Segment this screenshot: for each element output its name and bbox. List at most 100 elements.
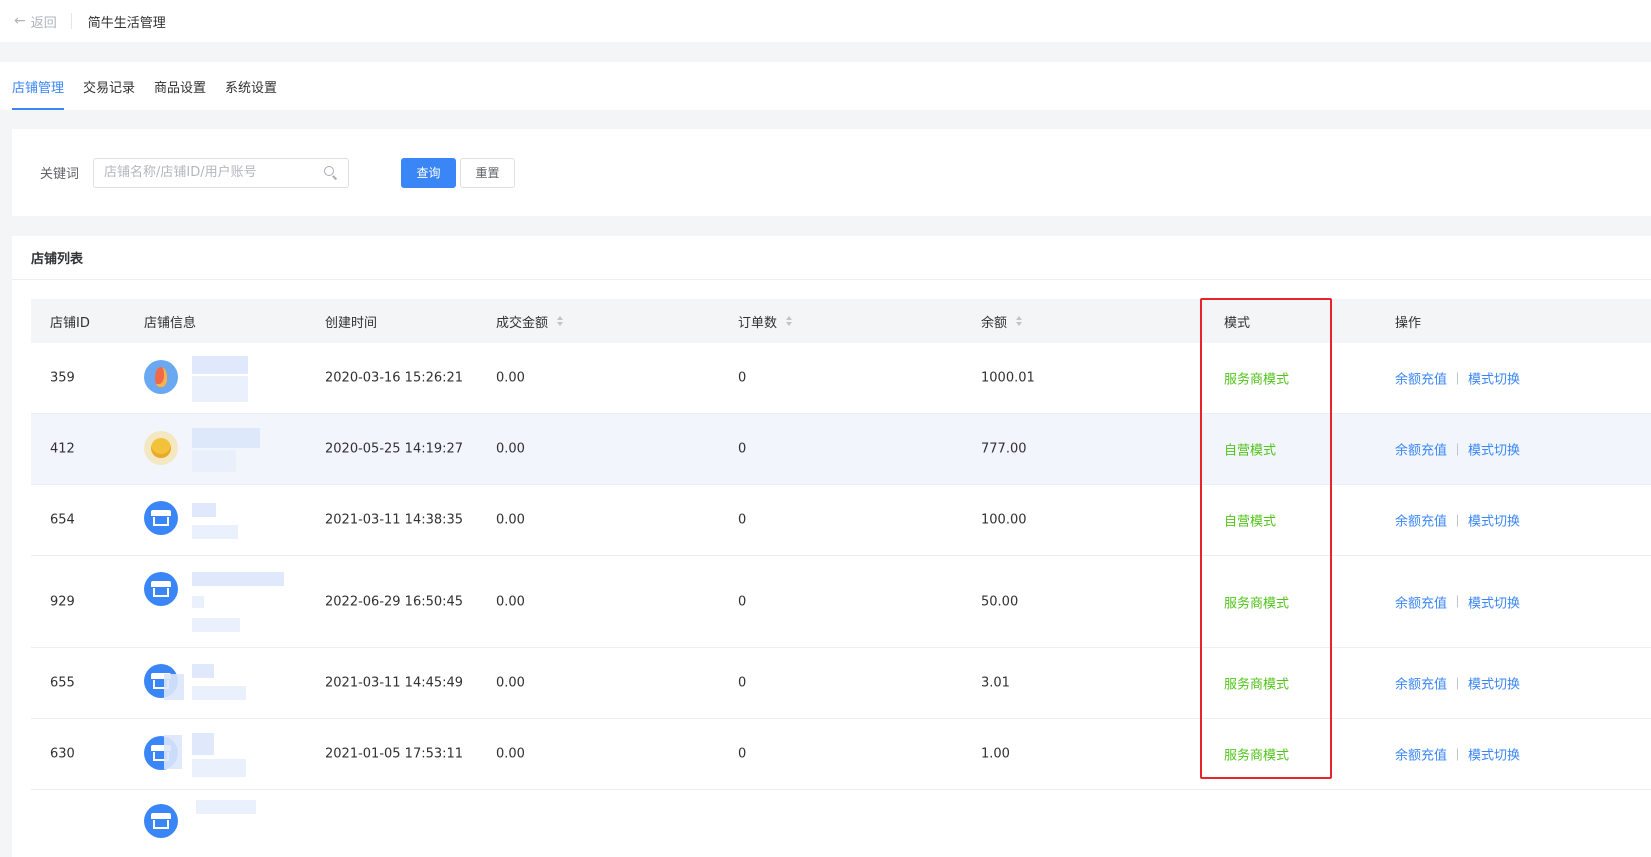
app-title: 简牛生活管理 [87,15,166,31]
col-header-orders[interactable]: 订单数 [738,312,793,331]
cell-orders: 0 [738,675,747,691]
recharge-link[interactable]: 余额充值 [1395,511,1447,530]
cell-created: 2022-06-29 16:50:45 [325,594,464,609]
store-avatar-shop-icon [144,501,178,535]
arrow-left-icon: ← [14,13,26,29]
cell-amount: 0.00 [496,594,525,609]
col-header-ops: 操作 [1395,312,1421,331]
cell-created: 2021-03-11 14:45:49 [325,675,464,691]
cell-balance: 1.00 [981,746,1010,762]
store-name-redacted [192,572,284,586]
store-avatar-shop-icon [144,804,178,838]
ops-divider [1457,677,1459,689]
tab-label: 商品设置 [154,80,207,96]
switch-mode-link[interactable]: 模式切换 [1468,745,1520,764]
store-extra-redacted [192,618,240,632]
recharge-link[interactable]: 余额充值 [1395,369,1447,388]
tab-label: 交易记录 [83,80,136,96]
store-account-redacted [192,759,246,777]
back-button[interactable]: ← 返回 [14,12,57,31]
keyword-label: 关键词 [40,167,80,182]
sort-icon[interactable] [786,316,793,326]
tab-label: 店铺管理 [12,80,65,96]
col-header-label: 操作 [1395,315,1422,331]
store-table: 店铺ID 店铺信息 创建时间 成交金额 订单数 余额 模式 操作 359 202… [31,299,1651,838]
cell-id: 655 [50,675,75,691]
ops-divider [1457,595,1459,608]
tab-store-management[interactable]: 店铺管理 [12,62,65,110]
store-account-redacted [192,376,248,402]
store-name-redacted [192,503,216,517]
col-header-balance[interactable]: 余额 [981,312,1023,331]
col-header-id: 店铺ID [50,312,90,331]
store-name-redacted [192,356,248,374]
switch-mode-link[interactable]: 模式切换 [1468,440,1520,459]
recharge-link[interactable]: 余额充值 [1395,592,1447,611]
tab-label: 系统设置 [225,80,278,96]
cell-amount: 0.00 [496,512,525,528]
table-header: 店铺ID 店铺信息 创建时间 成交金额 订单数 余额 模式 操作 [31,299,1651,343]
store-account-redacted [192,596,204,608]
cell-created: 2020-05-25 14:19:27 [325,441,464,457]
switch-mode-link[interactable]: 模式切换 [1468,511,1520,530]
cell-mode: 服务商模式 [1224,596,1290,611]
store-account-redacted [192,450,236,472]
cell-id: 630 [50,746,75,762]
cell-balance: 3.01 [981,675,1010,691]
table-row: 359 2020-03-16 15:26:21 0.00 0 1000.01 服… [31,343,1651,414]
cell-amount: 0.00 [496,441,525,457]
cell-id: 929 [50,594,75,609]
sort-icon[interactable] [557,316,564,326]
switch-mode-link[interactable]: 模式切换 [1468,369,1520,388]
tab-system-settings[interactable]: 系统设置 [225,62,277,110]
query-button[interactable]: 查询 [401,157,457,188]
sort-icon[interactable] [1016,316,1023,326]
cell-balance: 777.00 [981,441,1027,457]
cell-amount: 0.00 [496,370,525,386]
col-header-label: 订单数 [738,315,778,331]
col-header-info: 店铺信息 [144,312,196,331]
top-bar: ← 返回 简牛生活管理 [0,0,1651,42]
store-name-redacted [192,428,260,448]
col-header-label: 创建时间 [325,315,378,331]
tab-transactions[interactable]: 交易记录 [83,62,135,110]
tab-product-settings[interactable]: 商品设置 [154,62,206,110]
cell-id: 412 [50,441,75,457]
switch-mode-link[interactable]: 模式切换 [1468,592,1520,611]
reset-button[interactable]: 重置 [460,157,516,188]
store-account-redacted [192,686,246,700]
list-title: 店铺列表 [12,236,1651,280]
col-header-amount[interactable]: 成交金额 [496,312,564,331]
switch-mode-link[interactable]: 模式切换 [1468,674,1520,693]
col-header-label: 店铺信息 [144,315,197,331]
cell-balance: 50.00 [981,594,1019,609]
table-row: 654 2021-03-11 14:38:35 0.00 0 100.00 自营… [31,485,1651,556]
search-icon[interactable] [324,165,338,180]
cell-ops: 余额充值 模式切换 [1395,592,1520,611]
cell-orders: 0 [738,441,747,457]
store-avatar-flame-icon [144,360,178,394]
store-account-redacted [192,525,238,539]
col-header-label: 模式 [1224,315,1251,331]
recharge-link[interactable]: 余额充值 [1395,745,1447,764]
cell-amount: 0.00 [496,675,525,691]
header-divider [70,13,72,29]
table-row: 929 2022-06-29 16:50:45 0.00 0 50.00 服务商… [31,556,1651,648]
store-list-panel: 店铺列表 店铺ID 店铺信息 创建时间 成交金额 订单数 余额 模式 操作 35… [12,236,1651,857]
store-avatar-smile-icon [144,431,178,465]
cell-mode: 自营模式 [1224,443,1277,459]
col-header-label: 店铺ID [50,315,90,331]
store-name-redacted [192,733,214,755]
recharge-link[interactable]: 余额充值 [1395,440,1447,459]
cell-orders: 0 [738,512,747,528]
table-row: 412 2020-05-25 14:19:27 0.00 0 777.00 自营… [31,414,1651,485]
tab-bar: 店铺管理 交易记录 商品设置 系统设置 [0,62,1651,110]
store-avatar-shop-icon [144,572,178,606]
store-name-redacted [192,664,214,678]
col-header-mode: 模式 [1224,312,1250,331]
ops-divider [1457,514,1459,526]
search-input[interactable] [104,165,325,180]
store-name-redacted [196,800,256,814]
col-header-label: 成交金额 [496,315,549,331]
recharge-link[interactable]: 余额充值 [1395,674,1447,693]
